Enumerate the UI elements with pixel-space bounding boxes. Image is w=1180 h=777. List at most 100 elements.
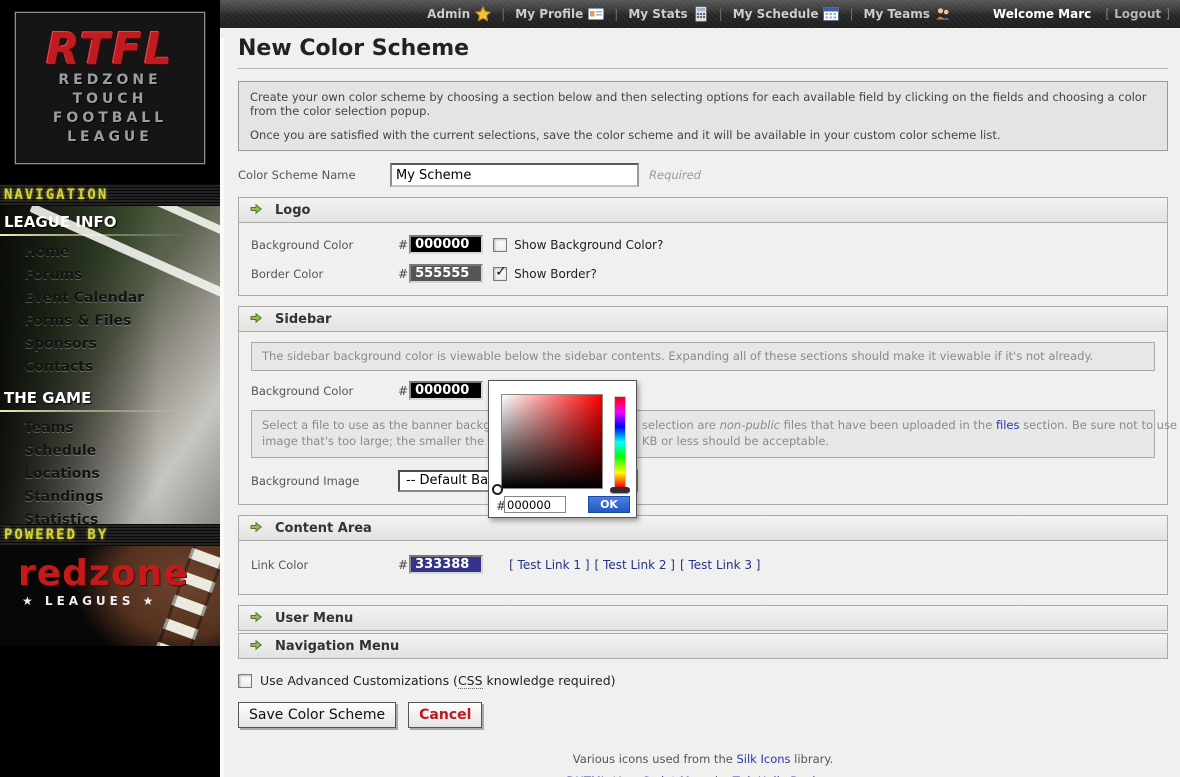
green-arrow-icon bbox=[249, 202, 263, 219]
test-link-3[interactable]: [ Test Link 3 ] bbox=[680, 558, 760, 572]
hash-prefix: # bbox=[398, 238, 408, 252]
topbar-item-label: My Schedule bbox=[733, 7, 819, 21]
cancel-button[interactable]: Cancel bbox=[408, 702, 482, 728]
section-header-logo[interactable]: Logo bbox=[238, 197, 1168, 223]
section-header-sidebar[interactable]: Sidebar bbox=[238, 306, 1168, 332]
topbar-separator: | bbox=[495, 7, 511, 21]
color-selection-cursor[interactable] bbox=[492, 484, 503, 495]
topbar-separator: | bbox=[843, 7, 859, 21]
topbar: Admin | My Profile | My Stats | My Sched… bbox=[220, 0, 1180, 28]
topbar-separator: | bbox=[713, 7, 729, 21]
hash-prefix: # bbox=[398, 384, 408, 398]
intro-paragraph-1: Create your own color scheme by choosing… bbox=[250, 90, 1156, 118]
redzone-leagues-logo[interactable]: redzone ★ LEAGUES ★ bbox=[0, 546, 220, 646]
sidebar-item-event-calendar[interactable]: Event Calendar bbox=[0, 289, 220, 307]
league-logo-line: LEAGUE bbox=[67, 128, 153, 147]
logout-label: Logout bbox=[1114, 7, 1161, 21]
use-advanced-customizations-label: Use Advanced Customizations (CSS knowled… bbox=[260, 673, 616, 688]
league-info-nav: Home Forums Event Calendar Forms & Files… bbox=[0, 243, 220, 376]
ok-button[interactable]: OK bbox=[588, 496, 630, 513]
sidebar-header-the-game: THE GAME bbox=[0, 388, 220, 412]
topbar-item-my-stats[interactable]: My Stats bbox=[624, 6, 712, 22]
show-border-label: Show Border? bbox=[514, 267, 597, 281]
redzone-logo-subtitle: ★ LEAGUES ★ bbox=[0, 592, 220, 608]
section-body-sidebar: The sidebar background color is viewable… bbox=[238, 332, 1168, 505]
sidebar-item-contacts[interactable]: Contacts bbox=[0, 358, 220, 376]
silk-icons-link[interactable]: Silk Icons bbox=[736, 752, 790, 766]
advanced-label-pre: Use Advanced Customizations ( bbox=[260, 673, 458, 688]
sidebar-item-forms-files[interactable]: Forms & Files bbox=[0, 312, 220, 330]
color-picker-popup: # OK bbox=[488, 380, 637, 518]
intro-box: Create your own color scheme by choosing… bbox=[238, 81, 1168, 151]
color-scheme-name-input[interactable] bbox=[390, 163, 639, 187]
topbar-item-my-schedule[interactable]: My Schedule bbox=[729, 6, 844, 22]
saturation-value-square[interactable] bbox=[501, 394, 603, 489]
credit-text: Various icons used from the bbox=[573, 752, 737, 766]
section-title: Logo bbox=[275, 203, 310, 218]
logo-border-color-row: Border Color # 555555 Show Border? bbox=[251, 264, 1155, 283]
green-arrow-icon bbox=[249, 311, 263, 328]
topbar-item-my-teams[interactable]: My Teams bbox=[860, 6, 955, 22]
sidebar-item-teams[interactable]: Teams bbox=[0, 419, 220, 437]
test-link-2[interactable]: [ Test Link 2 ] bbox=[595, 558, 675, 572]
use-advanced-customizations-checkbox[interactable] bbox=[238, 674, 252, 688]
star-icon bbox=[475, 6, 491, 22]
section-title: Navigation Menu bbox=[275, 639, 399, 654]
section-title: Sidebar bbox=[275, 312, 331, 327]
border-color-label: Border Color bbox=[251, 267, 398, 281]
css-abbr: CSS bbox=[458, 673, 483, 689]
test-link-1[interactable]: [ Test Link 1 ] bbox=[509, 558, 589, 572]
logo-border-color-swatch[interactable]: 555555 bbox=[409, 264, 483, 283]
green-arrow-icon bbox=[249, 610, 263, 627]
id-card-icon bbox=[588, 6, 604, 22]
section-header-content-area[interactable]: Content Area bbox=[238, 515, 1168, 541]
color-scheme-name-label: Color Scheme Name bbox=[238, 168, 390, 182]
hash-prefix: # bbox=[398, 558, 408, 572]
logo-background-color-swatch[interactable]: 000000 bbox=[409, 235, 483, 254]
sidebar-item-standings[interactable]: Standings bbox=[0, 488, 220, 506]
note-fragment: files that have been uploaded in the bbox=[780, 418, 996, 432]
green-arrow-icon bbox=[249, 520, 263, 537]
sidebar-item-sponsors[interactable]: Sponsors bbox=[0, 335, 220, 353]
background-image-label: Background Image bbox=[251, 474, 398, 488]
topbar-item-admin[interactable]: Admin bbox=[423, 6, 495, 22]
credit-line-1: Various icons used from the Silk Icons l… bbox=[238, 752, 1168, 766]
show-background-color-checkbox[interactable] bbox=[493, 238, 507, 252]
sidebar: RTFL REDZONE TOUCH FOOTBALL LEAGUE NAVIG… bbox=[0, 0, 220, 777]
bracket: ] bbox=[1165, 7, 1170, 21]
banner-note-text: Select a file to use as the banner backg… bbox=[262, 418, 524, 432]
sidebar-item-schedule[interactable]: Schedule bbox=[0, 442, 220, 460]
section-title: Content Area bbox=[275, 521, 372, 536]
section-title: User Menu bbox=[275, 611, 353, 626]
files-link[interactable]: files bbox=[996, 418, 1020, 432]
green-arrow-icon bbox=[249, 638, 263, 655]
the-game-nav: Teams Schedule Locations Standings Stati… bbox=[0, 419, 220, 524]
link-color-swatch[interactable]: 333388 bbox=[409, 555, 483, 574]
link-color-row: Link Color # 333388 [ Test Link 1 ] [ Te… bbox=[251, 555, 1155, 574]
section-header-user-menu[interactable]: User Menu bbox=[238, 605, 1168, 631]
sidebar-background-color-swatch[interactable]: 000000 bbox=[409, 381, 483, 400]
league-logo[interactable]: RTFL REDZONE TOUCH FOOTBALL LEAGUE bbox=[15, 12, 205, 164]
topbar-item-my-profile[interactable]: My Profile bbox=[511, 6, 608, 22]
save-color-scheme-button[interactable]: Save Color Scheme bbox=[238, 702, 396, 728]
sidebar-nav-area: LEAGUE INFO Home Forums Event Calendar F… bbox=[0, 206, 220, 524]
hex-color-input[interactable] bbox=[504, 496, 566, 513]
note-fragment: selection are bbox=[642, 418, 720, 432]
sidebar-note: The sidebar background color is viewable… bbox=[251, 342, 1155, 371]
hue-slider[interactable] bbox=[614, 396, 626, 488]
redzone-logo-title: redzone bbox=[0, 546, 220, 592]
show-border-checkbox[interactable] bbox=[493, 267, 507, 281]
section-header-navigation-menu[interactable]: Navigation Menu bbox=[238, 633, 1168, 659]
logout-button[interactable]: [ Logout ] bbox=[1105, 7, 1170, 21]
banner-note-text: image that's too large; the smaller the … bbox=[262, 434, 523, 448]
welcome-text: Welcome Marc bbox=[993, 7, 1091, 21]
advanced-label-post: knowledge required) bbox=[483, 673, 616, 688]
sidebar-item-statistics[interactable]: Statistics bbox=[0, 511, 220, 524]
sidebar-item-locations[interactable]: Locations bbox=[0, 465, 220, 483]
credit-text: library. bbox=[791, 752, 834, 766]
footer-credits: Various icons used from the Silk Icons l… bbox=[238, 752, 1168, 777]
advanced-customizations-row: Use Advanced Customizations (CSS knowled… bbox=[238, 673, 1168, 688]
hue-slider-handle[interactable] bbox=[610, 487, 630, 493]
topbar-item-label: Admin bbox=[427, 7, 470, 21]
people-icon bbox=[935, 6, 951, 22]
